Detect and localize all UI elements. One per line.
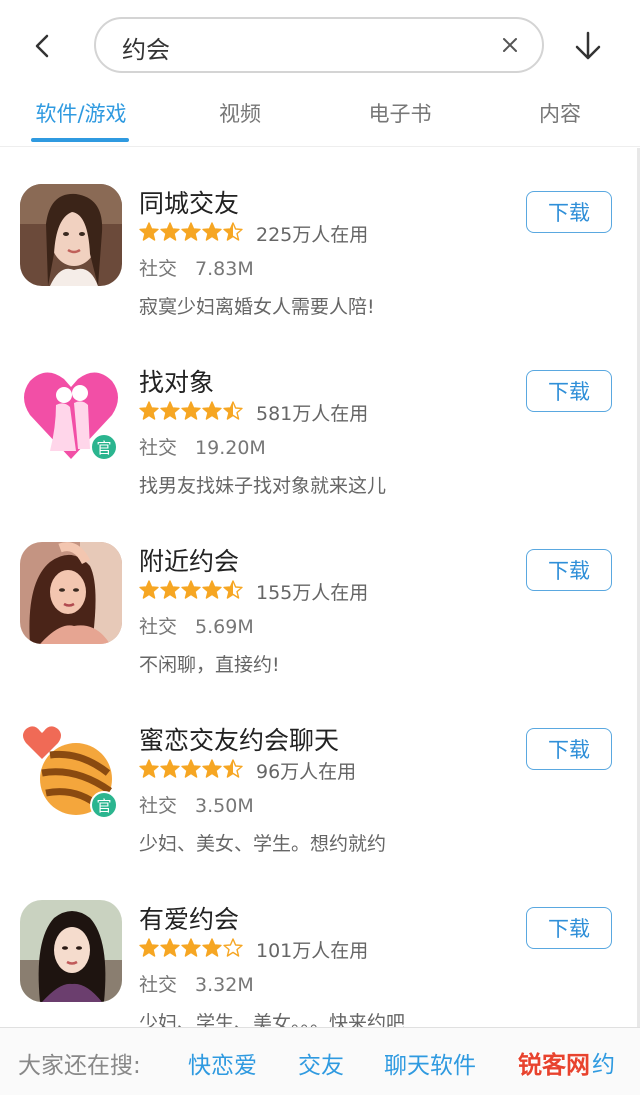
watermark-logo: 锐客网 约 — [518, 1042, 615, 1082]
app-meta: 社交 19.20M — [139, 433, 266, 460]
app-meta: 社交 5.69M — [139, 612, 254, 639]
portrait-icon — [20, 184, 122, 286]
watermark-text: 锐客网 — [518, 1050, 590, 1079]
star-filled-icon — [202, 759, 222, 778]
star-half-icon — [223, 222, 243, 241]
user-count: 101万人在用 — [256, 940, 369, 962]
app-meta: 社交 3.32M — [139, 970, 254, 997]
app-description: 少妇、美女、学生。想约就约 — [139, 833, 387, 855]
striped-ball-heart-icon: 官 — [20, 721, 122, 823]
star-filled-icon — [139, 580, 159, 599]
star-filled-icon — [160, 938, 180, 957]
rating-stars — [139, 938, 244, 960]
star-filled-icon — [202, 580, 222, 599]
user-count: 155万人在用 — [256, 582, 369, 604]
rating-stars — [139, 580, 244, 602]
rating-stars — [139, 401, 244, 423]
hot-search-link[interactable]: 快恋爱 — [188, 1046, 257, 1080]
user-count: 581万人在用 — [256, 403, 369, 425]
app-meta: 社交 7.83M — [139, 254, 254, 281]
download-button[interactable]: 下载 — [526, 549, 612, 591]
star-filled-icon — [160, 401, 180, 420]
download-button[interactable]: 下载 — [526, 728, 612, 770]
star-filled-icon — [160, 759, 180, 778]
official-badge: 官 — [90, 791, 118, 819]
star-filled-icon — [181, 938, 201, 957]
list-item[interactable]: 附近约会 155万人在用 社交 5.69M 不闲聊，直接约! 下载 — [0, 542, 640, 720]
hot-search-link[interactable]: 交友 — [298, 1046, 344, 1080]
tab-video[interactable]: 视频 — [205, 98, 275, 128]
app-category: 社交 — [139, 974, 178, 996]
tab-content[interactable]: 内容 — [528, 98, 592, 128]
app-name: 蜜恋交友约会聊天 — [139, 726, 340, 755]
rating-stars — [139, 759, 244, 781]
list-item[interactable]: 有爱约会 101万人在用 社交 3.32M 少妇、学生、美女。。。快来约吧 下载 — [0, 900, 640, 1027]
app-meta: 社交 3.50M — [139, 791, 254, 818]
star-filled-icon — [139, 938, 159, 957]
star-empty-icon — [223, 938, 243, 957]
tab-apps-games[interactable]: 软件/游戏 — [32, 98, 130, 128]
star-half-icon — [223, 401, 243, 420]
search-query: 约会 — [122, 36, 170, 64]
search-header: 约会 — [0, 0, 640, 88]
pink-heart-couple-icon: 官 — [20, 363, 122, 465]
list-item[interactable]: 官 蜜恋交友约会聊天 96万人在用 社交 3.50M 少妇、美女、学生。想约就约 … — [0, 721, 640, 899]
app-size: 3.50M — [195, 795, 254, 817]
tab-ebooks[interactable]: 电子书 — [362, 98, 438, 128]
official-badge: 官 — [90, 433, 118, 461]
app-category: 社交 — [139, 795, 178, 817]
download-button[interactable]: 下载 — [526, 907, 612, 949]
star-filled-icon — [139, 401, 159, 420]
star-filled-icon — [160, 580, 180, 599]
star-half-icon — [223, 759, 243, 778]
app-name: 附近约会 — [139, 547, 240, 576]
user-count: 225万人在用 — [256, 224, 369, 246]
app-name: 找对象 — [139, 368, 215, 397]
app-description: 找男友找妹子找对象就来这儿 — [139, 475, 387, 497]
app-description: 少妇、学生、美女。。。快来约吧 — [139, 1012, 406, 1027]
star-filled-icon — [139, 759, 159, 778]
hot-search-link-partial[interactable]: 约 — [592, 1045, 615, 1079]
app-size: 3.32M — [195, 974, 254, 996]
star-half-icon — [223, 580, 243, 599]
search-input[interactable]: 约会 — [94, 17, 544, 73]
divider — [0, 146, 640, 147]
app-description: 寂寞少妇离婚女人需要人陪! — [139, 296, 375, 318]
list-item[interactable]: 同城交友 225万人在用 社交 7.83M 寂寞少妇离婚女人需要人陪! 下载 — [0, 184, 640, 362]
app-category: 社交 — [139, 437, 178, 459]
hot-search-bar: 大家还在搜: 快恋爱 交友 聊天软件 锐客网 约 — [0, 1027, 640, 1095]
app-description: 不闲聊，直接约! — [139, 654, 280, 676]
list-item[interactable]: 官 找对象 581万人在用 社交 19.20M 找男友找妹子找对象就来这儿 下载 — [0, 363, 640, 541]
user-count: 96万人在用 — [256, 761, 357, 783]
app-category: 社交 — [139, 616, 178, 638]
star-filled-icon — [181, 222, 201, 241]
star-filled-icon — [181, 580, 201, 599]
app-category: 社交 — [139, 258, 178, 280]
hot-search-label: 大家还在搜: — [18, 1053, 141, 1079]
star-filled-icon — [202, 222, 222, 241]
star-filled-icon — [139, 222, 159, 241]
active-tab-indicator — [31, 138, 129, 142]
star-filled-icon — [202, 938, 222, 957]
app-name: 同城交友 — [139, 189, 240, 218]
app-size: 7.83M — [195, 258, 254, 280]
star-filled-icon — [181, 401, 201, 420]
download-arrow-icon[interactable] — [568, 26, 608, 66]
rating-stars — [139, 222, 244, 244]
app-size: 5.69M — [195, 616, 254, 638]
download-button[interactable]: 下载 — [526, 370, 612, 412]
star-filled-icon — [160, 222, 180, 241]
app-name: 有爱约会 — [139, 905, 240, 934]
portrait-icon — [20, 542, 122, 644]
app-size: 19.20M — [195, 437, 266, 459]
category-tabs: 软件/游戏 视频 电子书 内容 — [0, 92, 640, 146]
hot-search-link[interactable]: 聊天软件 — [384, 1046, 476, 1080]
star-filled-icon — [202, 401, 222, 420]
portrait-icon — [20, 900, 122, 1002]
clear-icon[interactable] — [498, 33, 522, 57]
back-icon[interactable] — [22, 26, 62, 66]
star-filled-icon — [181, 759, 201, 778]
download-button[interactable]: 下载 — [526, 191, 612, 233]
